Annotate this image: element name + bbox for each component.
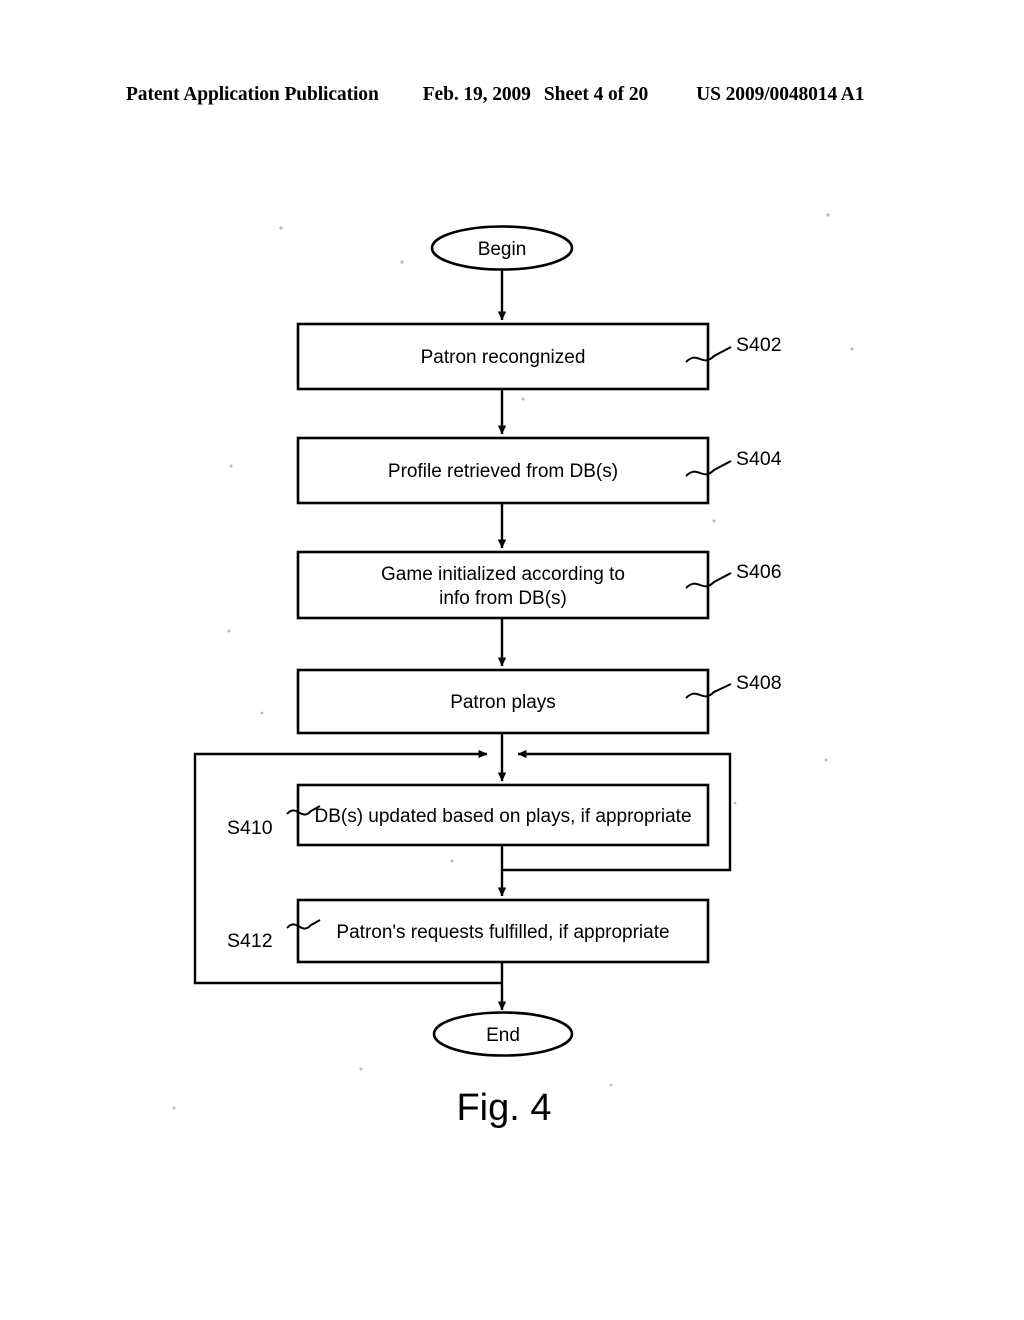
- terminal-end: End: [432, 1011, 574, 1057]
- reference-numeral-s402: S402: [736, 334, 782, 356]
- process-box-s406-label-line2: info from DB(s): [439, 588, 567, 609]
- terminal-begin: Begin: [430, 225, 574, 271]
- process-box-s412: Patron's requests fulfilled, if appropri…: [296, 898, 710, 964]
- process-box-s410: DB(s) updated based on plays, if appropr…: [296, 783, 710, 847]
- process-box-s404-label: Profile retrieved from DB(s): [388, 461, 618, 482]
- reference-numeral-s410: S410: [227, 817, 273, 839]
- process-box-s402: Patron recongnized: [296, 322, 710, 391]
- terminal-end-label: End: [486, 1025, 520, 1046]
- process-box-s408-label: Patron plays: [450, 692, 556, 713]
- process-box-s408: Patron plays: [296, 668, 710, 735]
- process-box-s406-label-line1: Game initialized according to: [381, 564, 625, 585]
- reference-numeral-s404: S404: [736, 448, 782, 470]
- process-box-s410-label: DB(s) updated based on plays, if appropr…: [314, 806, 691, 827]
- process-box-s402-label: Patron recongnized: [421, 347, 586, 368]
- process-box-s406: Game initialized according to info from …: [296, 550, 710, 620]
- flowchart-figure: Begin Patron recongnized S402 Profile re…: [172, 213, 854, 1129]
- reference-numeral-s412: S412: [227, 930, 273, 952]
- process-box-s404: Profile retrieved from DB(s): [296, 436, 710, 505]
- terminal-begin-label: Begin: [478, 239, 527, 260]
- reference-numeral-s406: S406: [736, 561, 782, 583]
- reference-numeral-s408: S408: [736, 672, 782, 694]
- process-box-s412-label: Patron's requests fulfilled, if appropri…: [336, 922, 669, 943]
- figure-caption: Fig. 4: [456, 1087, 551, 1129]
